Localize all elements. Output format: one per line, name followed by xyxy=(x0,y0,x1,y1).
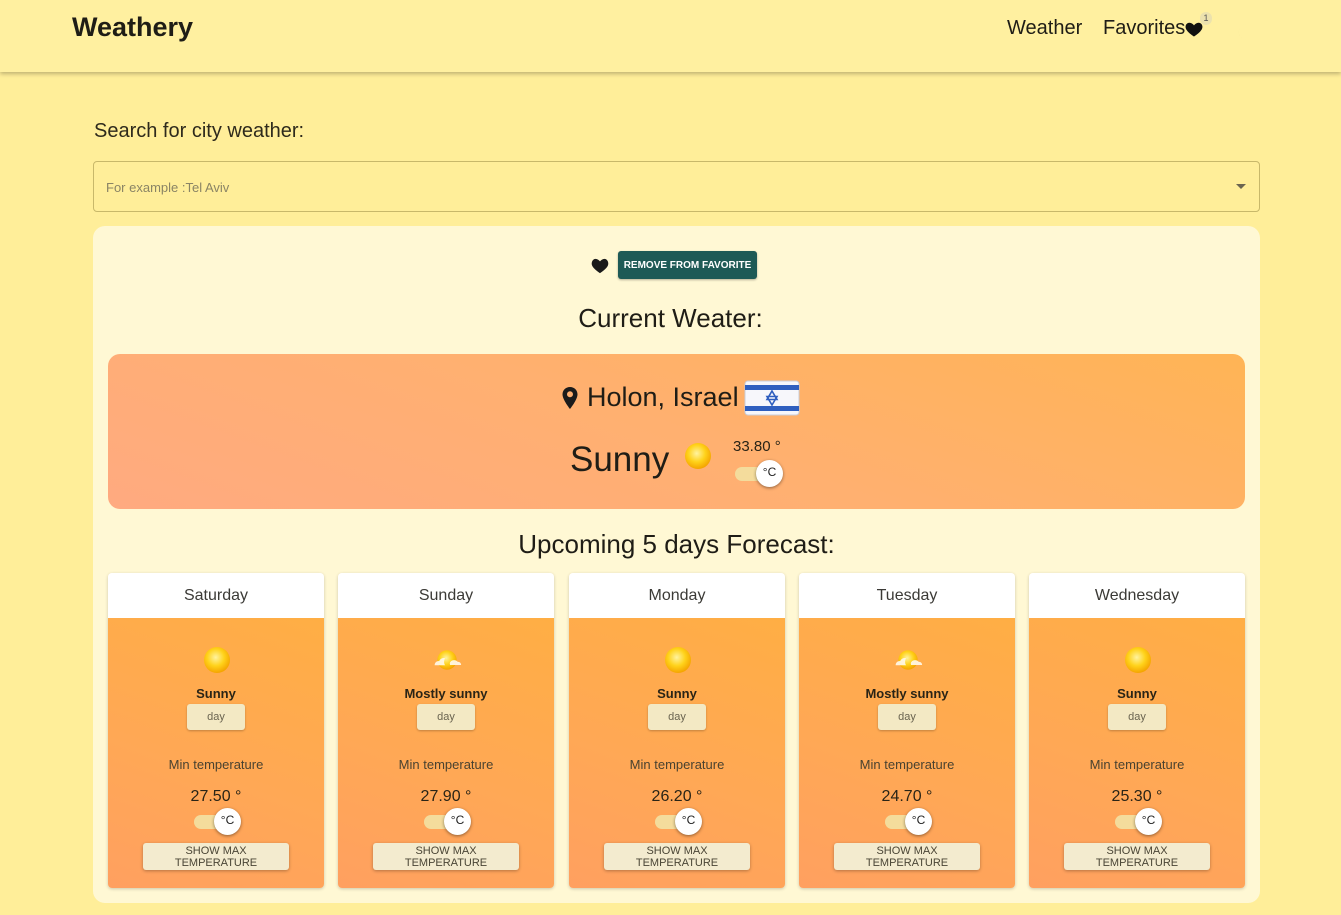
remove-from-favorite-button[interactable]: REMOVE FROM FAVORITE xyxy=(618,251,757,279)
nav-link-favorites[interactable]: Favorites xyxy=(1103,17,1185,40)
forecast-day-body: Sunny day Min temperature 25.30 ° °C SHO… xyxy=(1029,618,1245,888)
sun-icon xyxy=(685,443,711,469)
forecast-day-name: Monday xyxy=(569,573,785,618)
location-name: Holon, Israel xyxy=(587,382,739,412)
forecast-day-name: Tuesday xyxy=(799,573,1015,618)
navbar: Weathery Weather Favorites 1 xyxy=(0,0,1341,72)
min-temperature-label: Min temperature xyxy=(398,757,494,772)
show-max-temperature-button[interactable]: SHOW MAX TEMPERATURE xyxy=(373,843,519,870)
forecast-period-chip: day xyxy=(187,704,245,730)
forecast-condition: Sunny xyxy=(1117,686,1157,701)
forecast-day-card: Sunday Mostly sunny day Min temperature … xyxy=(338,573,554,888)
forecast-period-chip: day xyxy=(648,704,706,730)
favorite-heart-icon[interactable] xyxy=(590,256,610,274)
unit-toggle-celsius[interactable]: °C xyxy=(905,808,932,835)
forecast-title: Upcoming 5 days Forecast: xyxy=(518,529,835,559)
min-temperature-value: 24.70 ° xyxy=(881,788,933,805)
current-weather-title: Current Weater: xyxy=(578,303,763,333)
forecast-day-name: Sunday xyxy=(338,573,554,618)
unit-toggle-celsius[interactable]: °C xyxy=(756,460,783,487)
sun-icon xyxy=(1125,647,1151,673)
min-temperature-value: 27.90 ° xyxy=(420,788,472,805)
forecast-day-name: Wednesday xyxy=(1029,573,1245,618)
unit-toggle-celsius[interactable]: °C xyxy=(214,808,241,835)
forecast-condition: Mostly sunny xyxy=(404,686,488,701)
forecast-day-name: Saturday xyxy=(108,573,324,618)
show-max-temperature-button[interactable]: SHOW MAX TEMPERATURE xyxy=(834,843,980,870)
min-temperature-label: Min temperature xyxy=(1089,757,1185,772)
brand-logo[interactable]: Weathery xyxy=(72,12,193,43)
forecast-day-card: Monday Sunny day Min temperature 26.20 °… xyxy=(569,573,785,888)
forecast-condition: Mostly sunny xyxy=(865,686,949,701)
min-temperature-label: Min temperature xyxy=(859,757,955,772)
city-search-input[interactable] xyxy=(106,177,1206,197)
current-condition: Sunny xyxy=(570,440,670,479)
forecast-period-chip: day xyxy=(878,704,936,730)
forecast-condition: Sunny xyxy=(196,686,236,701)
min-temperature-label: Min temperature xyxy=(168,757,264,772)
sun-icon xyxy=(665,647,691,673)
israel-flag-icon xyxy=(744,380,800,416)
forecast-period-chip: day xyxy=(1108,704,1166,730)
forecast-day-body: Mostly sunny day Min temperature 27.90 °… xyxy=(338,618,554,888)
min-temperature-value: 27.50 ° xyxy=(190,788,242,805)
min-temperature-value: 25.30 ° xyxy=(1111,788,1163,805)
forecast-day-card: Tuesday Mostly sunny day Min temperature… xyxy=(799,573,1015,888)
location-pin-icon xyxy=(562,387,578,409)
forecast-day-body: Mostly sunny day Min temperature 24.70 °… xyxy=(799,618,1015,888)
forecast-period-chip: day xyxy=(417,704,475,730)
min-temperature-value: 26.20 ° xyxy=(651,788,703,805)
forecast-day-card: Saturday Sunny day Min temperature 27.50… xyxy=(108,573,324,888)
min-temperature-label: Min temperature xyxy=(629,757,725,772)
dropdown-arrow-icon[interactable] xyxy=(1236,184,1246,189)
sun-icon xyxy=(204,647,230,673)
unit-toggle-celsius[interactable]: °C xyxy=(1135,808,1162,835)
nav-link-weather[interactable]: Weather xyxy=(1007,17,1082,40)
forecast-day-card: Wednesday Sunny day Min temperature 25.3… xyxy=(1029,573,1245,888)
show-max-temperature-button[interactable]: SHOW MAX TEMPERATURE xyxy=(143,843,289,870)
search-label: Search for city weather: xyxy=(94,120,305,142)
favorites-count-badge: 1 xyxy=(1200,12,1212,25)
show-max-temperature-button[interactable]: SHOW MAX TEMPERATURE xyxy=(604,843,750,870)
mostly-sunny-icon xyxy=(895,650,923,670)
forecast-day-body: Sunny day Min temperature 26.20 ° °C SHO… xyxy=(569,618,785,888)
forecast-condition: Sunny xyxy=(657,686,697,701)
unit-toggle-celsius[interactable]: °C xyxy=(444,808,471,835)
forecast-day-body: Sunny day Min temperature 27.50 ° °C SHO… xyxy=(108,618,324,888)
unit-toggle-celsius[interactable]: °C xyxy=(675,808,702,835)
show-max-temperature-button[interactable]: SHOW MAX TEMPERATURE xyxy=(1064,843,1210,870)
city-search-box[interactable] xyxy=(93,161,1260,212)
moon-icon[interactable] xyxy=(1238,22,1258,42)
mostly-sunny-icon xyxy=(434,650,462,670)
current-temperature: 33.80 ° xyxy=(733,438,781,455)
current-weather-panel xyxy=(108,354,1245,509)
